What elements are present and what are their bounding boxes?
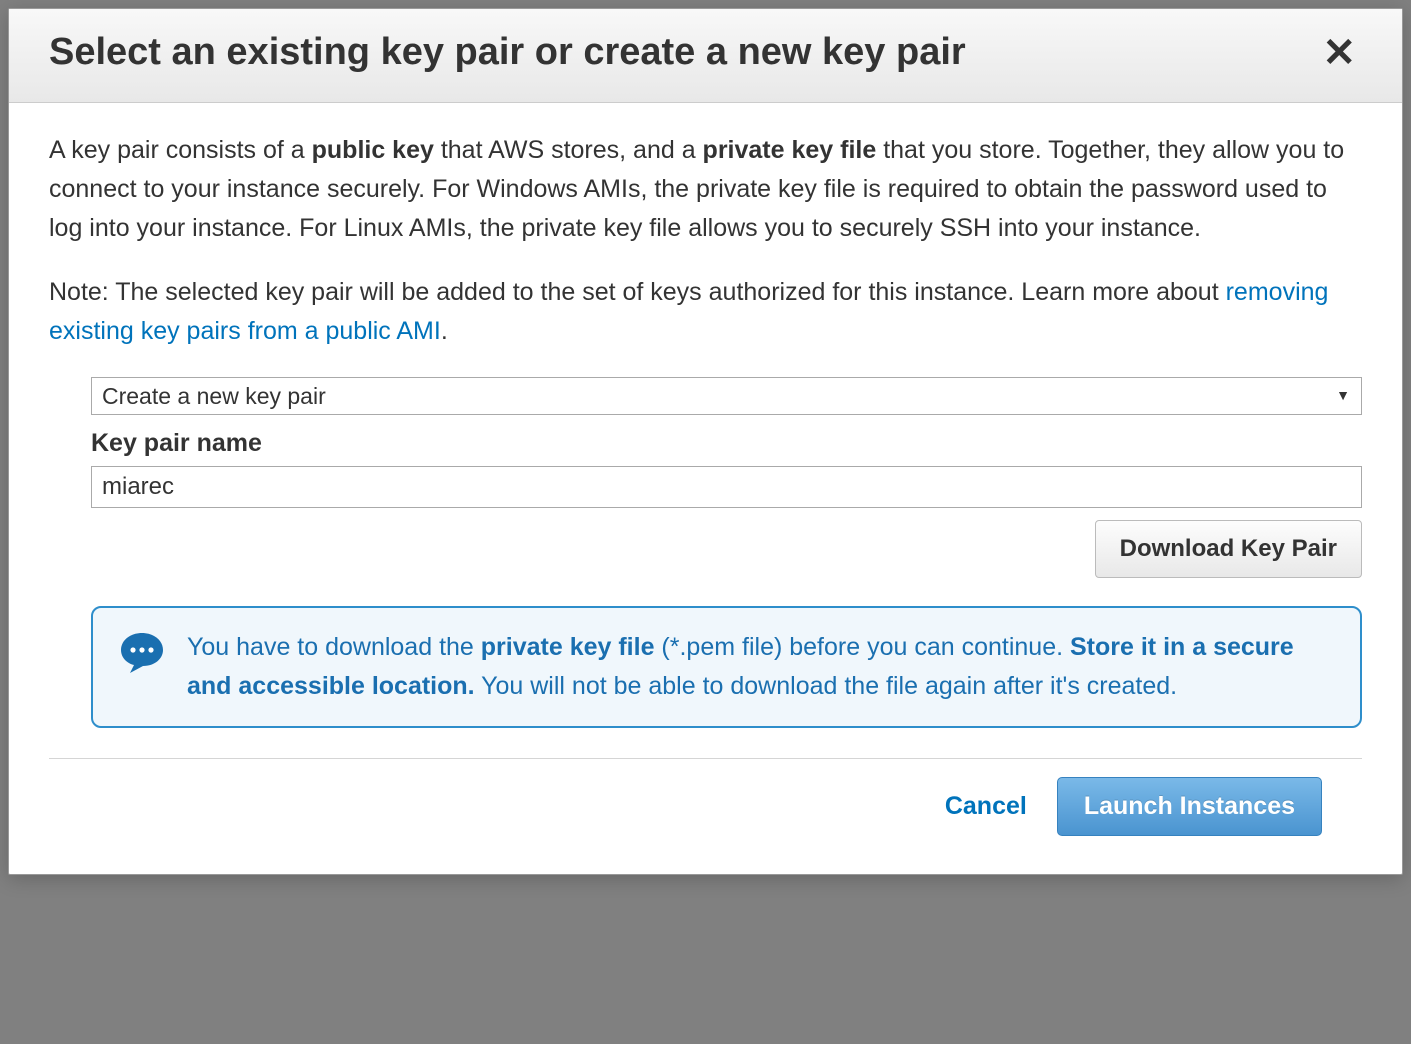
note-text: Note: The selected key pair will be adde… [49,273,1362,351]
description-text: A key pair consists of a public key that… [49,131,1362,247]
desc-part: A key pair consists of a [49,136,312,164]
modal-footer: Cancel Launch Instances [49,759,1362,864]
download-warning-alert: You have to download the private key fil… [91,606,1362,728]
modal-header: Select an existing key pair or create a … [9,9,1402,103]
alert-part: (*.pem file) before you can continue. [654,633,1070,661]
alert-part: You have to download the [187,633,481,661]
close-icon[interactable]: ✕ [1316,33,1362,73]
note-prefix: Note: The selected key pair will be adde… [49,278,1226,306]
alert-text: You have to download the private key fil… [187,628,1334,706]
keypair-mode-select[interactable]: Create a new key pair [91,377,1362,415]
keypair-mode-select-wrap: Create a new key pair ▼ [91,377,1362,416]
download-row: Download Key Pair [91,520,1362,578]
note-suffix: . [441,317,448,345]
desc-bold-private-key-file: private key file [703,136,877,164]
download-keypair-button[interactable]: Download Key Pair [1095,520,1362,578]
desc-bold-public-key: public key [312,136,434,164]
alert-part: You will not be able to download the fil… [475,672,1177,700]
keypair-modal: Select an existing key pair or create a … [8,8,1403,875]
modal-body: A key pair consists of a public key that… [9,103,1402,874]
cancel-button[interactable]: Cancel [945,792,1027,821]
speech-bubble-icon [119,630,165,706]
keypair-name-input[interactable] [91,466,1362,508]
alert-bold: private key file [481,633,655,661]
launch-instances-button[interactable]: Launch Instances [1057,777,1322,836]
modal-title: Select an existing key pair or create a … [49,31,966,74]
keypair-form: Create a new key pair ▼ Key pair name Do… [91,377,1362,728]
keypair-name-label: Key pair name [91,424,1362,463]
desc-part: that AWS stores, and a [434,136,703,164]
